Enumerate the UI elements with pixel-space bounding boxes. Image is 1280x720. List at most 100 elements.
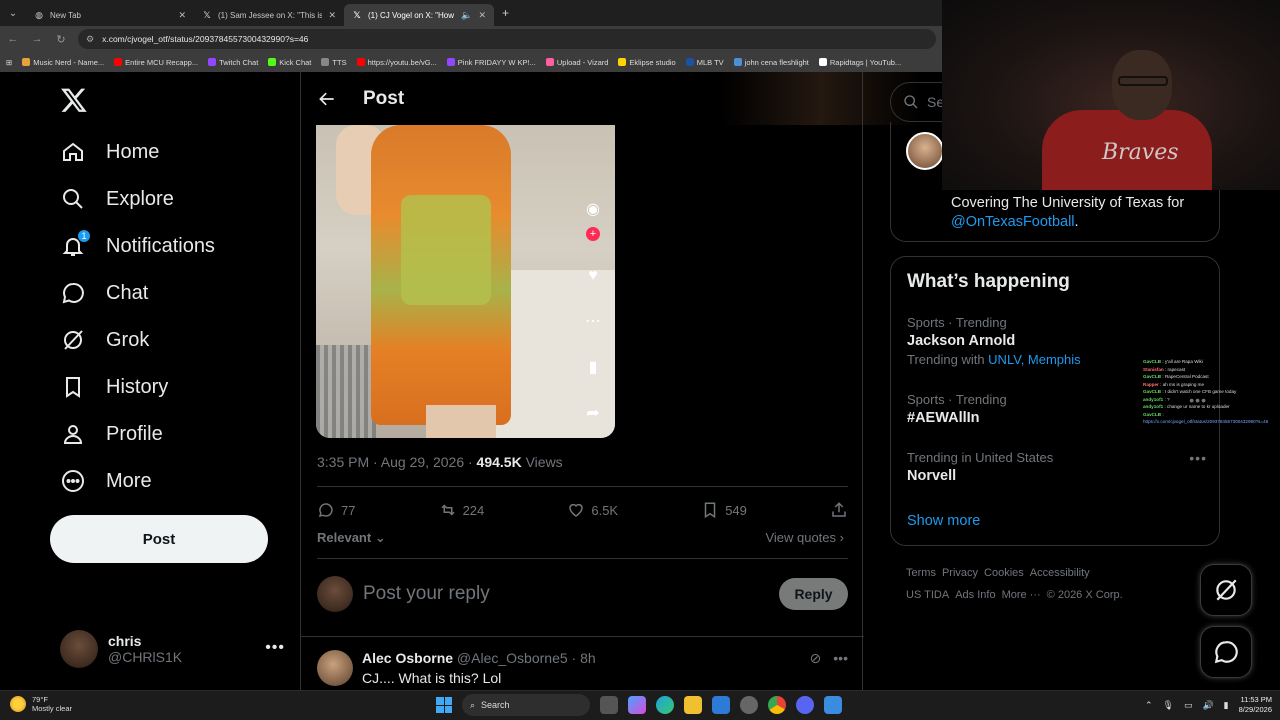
tab-search-chevron-icon[interactable]: ⌄ [0,0,26,26]
avatar[interactable] [317,650,353,686]
reload-icon[interactable]: ↻ [54,33,68,46]
chat-line: andy1of1 : change ur name to kr uploader [1143,404,1230,409]
view-quotes-link[interactable]: View quotes › [765,530,844,545]
nav-profile[interactable]: Profile [60,416,163,452]
reply-post[interactable]: Alec Osborne @Alec_Osborne5 · 8h CJ.... … [317,648,848,690]
share-action[interactable] [830,501,848,519]
footer-link[interactable]: Cookies [984,567,1024,579]
footer-link[interactable]: US TIDA [906,589,949,601]
reply-author-name[interactable]: Alec Osborne [362,650,453,666]
copilot-icon[interactable] [628,696,646,714]
chevron-up-icon[interactable]: ⌃ [1145,700,1153,711]
nav-grok[interactable]: Grok [60,322,149,358]
reply-action[interactable]: 77 [317,501,355,519]
discord-icon[interactable] [796,696,814,714]
apps-icon[interactable]: ⊞ [6,58,12,67]
nav-label: Explore [106,187,174,210]
like-action[interactable]: 6.5K [567,501,618,519]
close-icon[interactable]: ✕ [328,10,336,21]
bookmark-item[interactable]: Pink FRIDAYY W KP!... [446,58,536,67]
url-field[interactable]: ⚙ x.com/cjvogel_otf/status/2093784557300… [78,29,936,49]
reply-author-handle[interactable]: @Alec_Osborne5 [457,650,568,666]
show-more-link[interactable]: Show more [907,513,980,529]
bio-link[interactable]: @OnTexasFootball [951,214,1075,230]
sort-replies-dropdown[interactable]: Relevant ⌄ [317,530,386,546]
x-logo-icon[interactable] [60,86,88,114]
bookmark-item[interactable]: Eklipse studio [618,58,676,67]
settings-icon[interactable] [740,696,758,714]
bookmark-item[interactable]: Music Nerd - Name... [22,58,104,67]
chat-message: I didn't watch one CFB game today [1164,389,1237,394]
nav-explore[interactable]: Explore [60,181,174,217]
volume-icon[interactable]: 🔊 [1202,700,1213,711]
trend-with-links[interactable]: UNLV, Memphis [988,352,1080,367]
bookmark-item[interactable]: TTS [321,58,347,67]
footer-link[interactable]: Privacy [942,567,978,579]
forward-icon[interactable]: → [30,33,44,45]
bookmark-item[interactable]: Rapidtags | YouTub... [818,58,901,67]
windows-start-icon[interactable] [436,697,452,713]
more-dots-icon[interactable]: ••• [833,650,848,667]
avatar[interactable] [906,132,944,170]
store-icon[interactable] [712,696,730,714]
messages-fab[interactable] [1200,626,1252,678]
footer-link[interactable]: More ··· [1002,589,1041,601]
bookmark-item[interactable]: https://youtu.be/vG... [356,58,437,67]
weather-widget[interactable]: 79°F Mostly clear [10,695,72,713]
close-icon[interactable]: ✕ [478,10,486,21]
tab-cj-vogel[interactable]: 𝕏 (1) CJ Vogel on X: "How it f 🔈 ✕ [344,4,494,26]
trend-item[interactable]: Trending in United States Norvell ••• [907,450,1207,484]
tab-new-tab[interactable]: ◍ New Tab ✕ [26,4,194,26]
taskbar-search[interactable]: ⌕ Search [462,694,590,716]
close-icon[interactable]: ✕ [178,10,186,21]
edge-icon[interactable] [656,696,674,714]
bookmark-item[interactable]: Twitch Chat [208,58,258,67]
task-view-icon[interactable] [600,696,618,714]
webcam-overlay: Braves [942,0,1280,190]
tab-sam-jessee[interactable]: 𝕏 (1) Sam Jessee on X: "This is on ✕ [194,4,344,26]
clock[interactable]: 11:53 PM 8/29/2026 [1239,695,1272,715]
footer-link[interactable]: Ads Info [955,589,995,601]
taskbar-search-label: Search [481,700,510,710]
file-explorer-icon[interactable] [684,696,702,714]
nav-notifications[interactable]: 1 Notifications [60,228,215,264]
bookmark-item[interactable]: Kick Chat [268,58,311,67]
microphone-icon[interactable]: 🎙 [1163,700,1174,711]
notepad-icon[interactable] [824,696,842,714]
video-media[interactable]: ◉ + ♥ ⋯ ▮ ➦ [316,125,615,438]
post-button[interactable]: Post [50,515,268,563]
nav-more[interactable]: More [60,463,152,499]
more-dots-icon[interactable]: ••• [1189,450,1207,466]
more-dots-icon[interactable]: ••• [265,639,285,657]
footer-link[interactable]: Accessibility [1030,567,1090,579]
reply-button[interactable]: Reply [779,578,848,610]
reply-input[interactable]: Post your reply [363,583,769,605]
bookmark-item[interactable]: MLB TV [685,58,724,67]
repost-count: 224 [462,502,485,518]
video-side-controls: ◉ + ♥ ⋯ ▮ ➦ [581,199,605,423]
footer-link[interactable]: © 2026 X Corp. [1047,589,1123,601]
chrome-icon[interactable] [768,696,786,714]
grok-icon[interactable]: ⊘ [810,650,822,667]
back-icon[interactable]: ← [6,33,20,45]
battery-icon[interactable]: ▮ [1224,700,1229,711]
comment-icon: ⋯ [585,313,601,330]
speaker-icon[interactable]: 🔈 [461,10,472,21]
repost-action[interactable]: 224 [439,501,485,519]
back-arrow-icon[interactable] [317,89,337,109]
footer-link[interactable]: Terms [906,567,936,579]
grok-fab[interactable] [1200,564,1252,616]
nav-label: History [106,375,169,398]
bookmark-item[interactable]: Entire MCU Recapp... [114,58,198,67]
bookmark-action[interactable]: 549 [701,501,747,519]
bookmark-item[interactable]: Upload - Vizard [545,57,609,67]
account-switcher[interactable]: chris @CHRlS1K ••• [60,627,285,671]
network-icon[interactable]: ▭ [1184,700,1193,711]
site-info-icon[interactable]: ⚙ [86,34,94,45]
nav-history[interactable]: History [60,369,168,405]
bookmark-label: Upload - Vizard [556,57,609,67]
bookmark-item[interactable]: john cena fleshlight [733,58,809,67]
nav-chat[interactable]: Chat [60,275,148,311]
nav-home[interactable]: Home [60,134,159,170]
new-tab-icon[interactable]: + [502,6,509,20]
